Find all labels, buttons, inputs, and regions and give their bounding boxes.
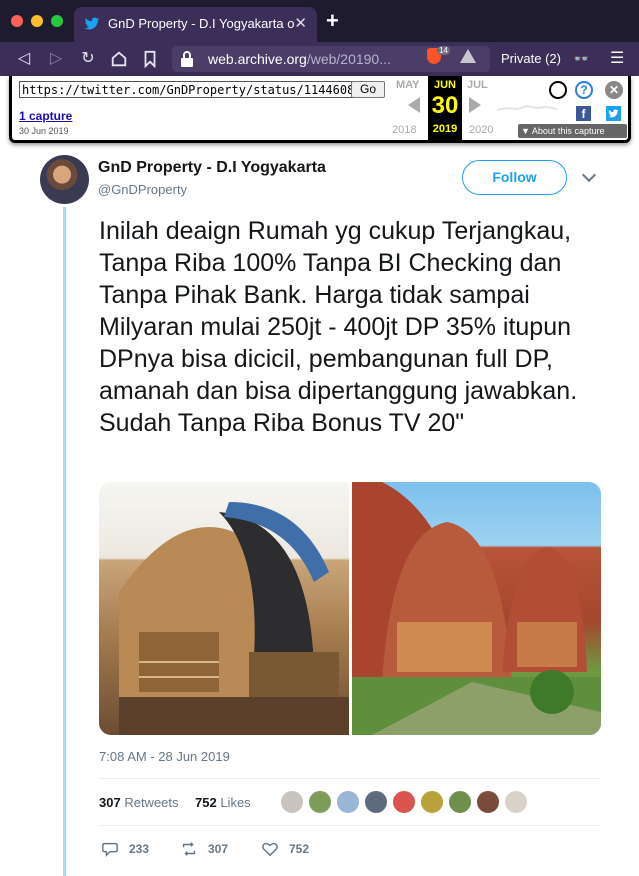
next-capture-arrow-icon[interactable]	[469, 97, 481, 113]
liker-avatar[interactable]	[364, 790, 388, 814]
facebook-share-icon[interactable]: f	[576, 106, 591, 121]
back-icon[interactable]: ◁	[14, 49, 34, 69]
liker-avatar[interactable]	[336, 790, 360, 814]
brave-rewards-icon[interactable]	[460, 49, 476, 63]
close-toolbar-icon[interactable]: ✕	[605, 81, 623, 99]
author-handle[interactable]: @GnDProperty	[98, 182, 187, 197]
tab-close-icon[interactable]: ✕	[294, 14, 307, 32]
wayback-toolbar: Go 1 capture 30 Jun 2019 MAY JUL 2018 20…	[9, 76, 631, 143]
reply-count: 233	[129, 842, 150, 856]
twitter-share-icon[interactable]	[606, 106, 621, 121]
url-host: web.archive.org	[208, 51, 307, 67]
likes-count: 752	[195, 795, 217, 810]
tweet-text: Inilah deaign Rumah yg cukup Terjangkau,…	[99, 217, 578, 437]
chevron-down-icon[interactable]	[581, 167, 597, 183]
new-tab-icon[interactable]: +	[326, 8, 339, 34]
liker-avatar[interactable]	[420, 790, 444, 814]
liker-avatar[interactable]	[392, 790, 416, 814]
retweets-label: Retweets	[124, 795, 179, 810]
url-path: /web/20190...	[306, 51, 391, 67]
minimize-window-button[interactable]	[31, 15, 43, 27]
retweets-stat[interactable]: 307 Retweets	[99, 795, 179, 810]
capture-sparkline	[497, 104, 557, 111]
prev-capture-arrow-icon[interactable]	[408, 97, 420, 113]
private-glasses-icon: 👓	[573, 51, 590, 66]
forward-icon[interactable]: ▷	[46, 49, 66, 69]
close-window-button[interactable]	[11, 15, 23, 27]
navigation-bar: ◁ ▷ ↻ web.archive.org/web/20190... 14 Pr…	[0, 42, 639, 76]
divider	[99, 778, 601, 779]
help-icon[interactable]: ?	[575, 81, 593, 99]
captures-link[interactable]: 1 capture	[19, 109, 72, 123]
current-year: 2019	[432, 123, 458, 135]
thread-line	[63, 207, 66, 876]
liker-avatar[interactable]	[504, 790, 528, 814]
user-icon[interactable]	[549, 81, 567, 99]
retweet-icon[interactable]	[180, 840, 198, 858]
current-day: 30	[431, 92, 459, 119]
tweet-photos	[99, 482, 601, 735]
liker-avatar[interactable]	[476, 790, 500, 814]
liker-avatar[interactable]	[448, 790, 472, 814]
tab-bar: GnD Property - D.I Yogyakarta o ✕ +	[0, 0, 639, 42]
likes-stat[interactable]: 752 Likes	[195, 795, 251, 810]
author-name[interactable]: GnD Property - D.I Yogyakarta	[98, 159, 326, 177]
photo-house-garden[interactable]	[352, 482, 601, 735]
brave-shield-count: 14	[437, 46, 450, 55]
retweet-count: 307	[208, 842, 229, 856]
menu-icon[interactable]: ☰	[610, 48, 624, 68]
current-capture-block: JUN 30 2019	[428, 76, 462, 140]
tweet-timestamp[interactable]: 7:08 AM - 28 Jun 2019	[99, 749, 230, 764]
avatar[interactable]	[40, 155, 89, 204]
current-month: JUN	[433, 79, 456, 91]
lock-icon	[181, 51, 193, 67]
prev-month-label[interactable]: MAY	[396, 79, 419, 91]
bookmark-icon[interactable]	[142, 50, 158, 68]
liker-avatar[interactable]	[280, 790, 304, 814]
private-window-label[interactable]: Private (2)	[501, 51, 561, 66]
next-year-label[interactable]: 2020	[469, 124, 493, 136]
prev-year-label[interactable]: 2018	[392, 124, 416, 136]
tab-title: GnD Property - D.I Yogyakarta o	[108, 16, 294, 31]
divider	[99, 825, 601, 826]
retweets-count: 307	[99, 795, 121, 810]
about-capture-button[interactable]: ▼ About this capture	[518, 124, 627, 138]
wayback-go-button[interactable]: Go	[351, 81, 385, 98]
photo-house-construction[interactable]	[99, 482, 349, 735]
browser-tab[interactable]: GnD Property - D.I Yogyakarta o ✕	[74, 7, 317, 42]
home-icon[interactable]	[110, 50, 128, 68]
maximize-window-button[interactable]	[51, 15, 63, 27]
reply-icon[interactable]	[101, 840, 119, 858]
liker-avatar[interactable]	[308, 790, 332, 814]
reload-icon[interactable]: ↻	[78, 49, 98, 69]
next-month-label[interactable]: JUL	[467, 79, 488, 91]
house-garden-graphic	[352, 482, 601, 735]
capture-date: 30 Jun 2019	[19, 126, 69, 136]
twitter-bird-icon	[84, 17, 100, 30]
like-heart-icon[interactable]	[261, 840, 279, 858]
follow-button[interactable]: Follow	[462, 160, 567, 195]
like-count: 752	[289, 842, 310, 856]
house-construction-graphic	[119, 502, 349, 735]
url-text: web.archive.org/web/20190...	[208, 51, 391, 67]
likes-label: Likes	[220, 795, 251, 810]
wayback-url-input[interactable]	[19, 81, 356, 98]
